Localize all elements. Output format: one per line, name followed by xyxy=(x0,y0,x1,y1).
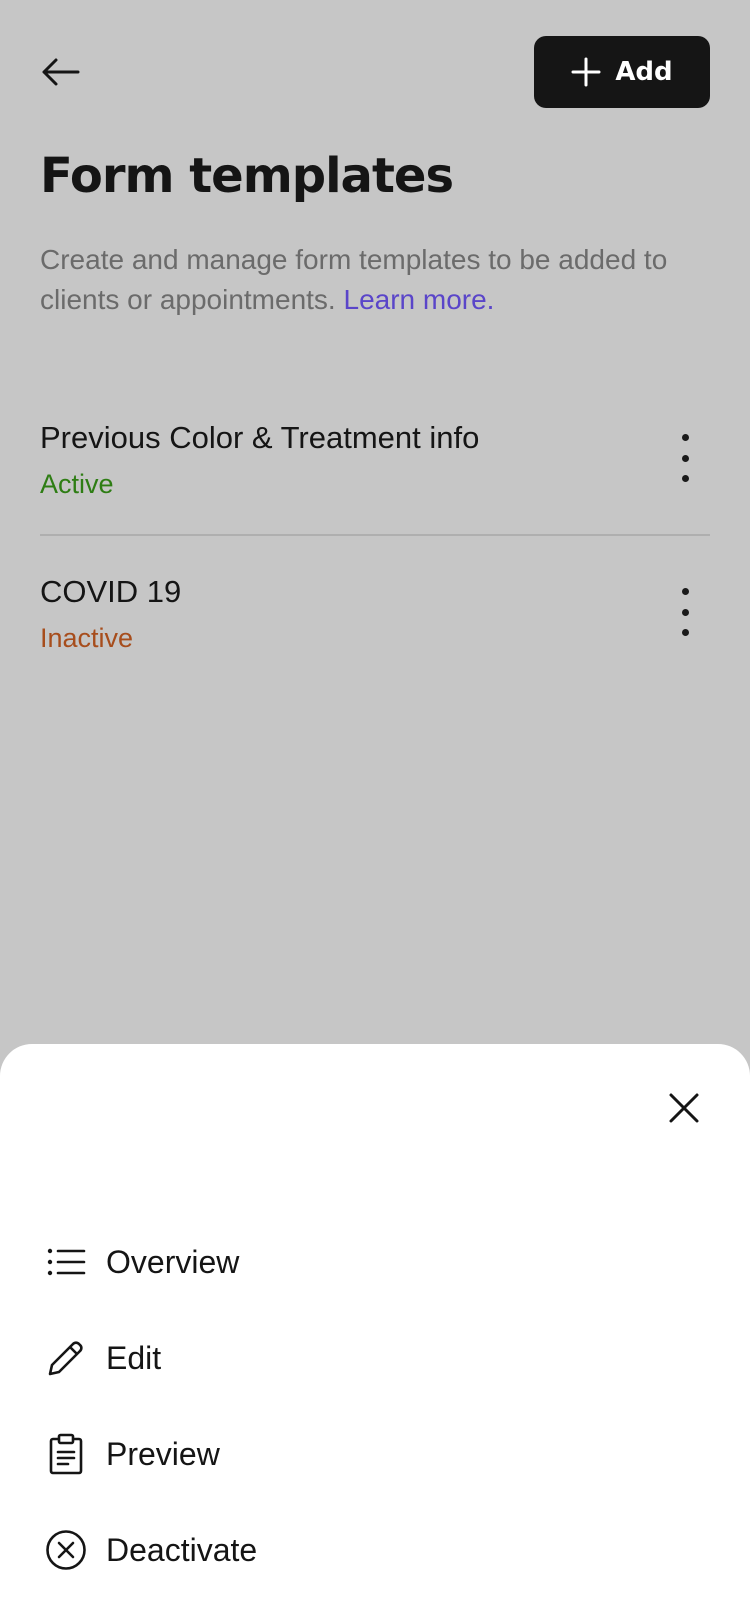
menu-item-overview[interactable]: Overview xyxy=(44,1214,704,1310)
template-list: Previous Color & Treatment info Active C… xyxy=(40,410,710,660)
template-status: Active xyxy=(40,469,114,499)
menu-item-label: Edit xyxy=(106,1339,162,1376)
template-row[interactable]: COVID 19 Inactive xyxy=(40,534,710,660)
menu-item-label: Overview xyxy=(106,1243,240,1280)
menu-item-label: Preview xyxy=(106,1435,220,1472)
page-description: Create and manage form templates to be a… xyxy=(40,240,720,320)
add-button[interactable]: Add xyxy=(534,36,710,108)
actions-bottom-sheet: Overview Edit Preview Deactivate xyxy=(0,1044,750,1624)
menu-item-label: Deactivate xyxy=(106,1531,258,1568)
more-vertical-icon xyxy=(681,588,689,595)
page-title: Form templates xyxy=(40,148,454,204)
actions-menu: Overview Edit Preview Deactivate xyxy=(44,1214,704,1598)
x-circle-icon xyxy=(44,1528,88,1572)
clipboard-icon xyxy=(44,1432,88,1476)
more-vertical-icon xyxy=(681,475,689,482)
more-options-button[interactable] xyxy=(672,434,698,482)
more-vertical-icon xyxy=(681,608,689,616)
template-name: COVID 19 xyxy=(40,574,182,609)
form-templates-page: Add Form templates Create and manage for… xyxy=(0,0,750,1624)
pencil-icon xyxy=(44,1336,88,1380)
add-button-label: Add xyxy=(615,57,673,87)
template-status: Inactive xyxy=(40,623,134,653)
menu-item-edit[interactable]: Edit xyxy=(44,1310,704,1406)
more-vertical-icon xyxy=(681,454,689,462)
more-options-button[interactable] xyxy=(672,588,698,636)
learn-more-link[interactable]: Learn more. xyxy=(344,284,495,315)
menu-item-deactivate[interactable]: Deactivate xyxy=(44,1502,704,1598)
back-button[interactable] xyxy=(40,52,88,92)
template-name: Previous Color & Treatment info xyxy=(40,420,480,455)
close-sheet-button[interactable] xyxy=(662,1086,706,1130)
list-icon xyxy=(44,1240,88,1284)
more-vertical-icon xyxy=(681,629,689,636)
more-vertical-icon xyxy=(681,434,689,441)
close-icon xyxy=(669,1093,699,1123)
template-row[interactable]: Previous Color & Treatment info Active xyxy=(40,410,710,534)
menu-item-preview[interactable]: Preview xyxy=(44,1406,704,1502)
plus-icon xyxy=(571,57,601,87)
arrow-left-icon xyxy=(42,58,80,86)
